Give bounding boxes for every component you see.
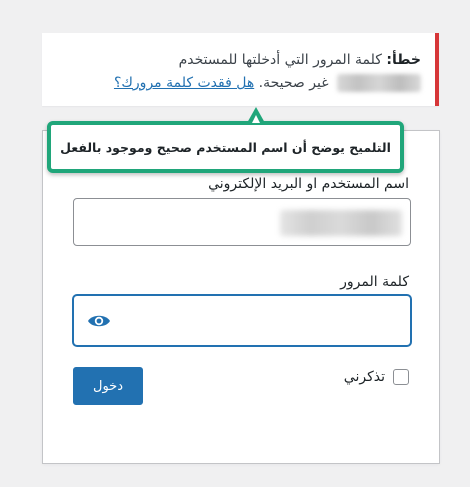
password-input[interactable] (73, 295, 411, 346)
remember-me[interactable]: تذكرني (344, 369, 409, 385)
username-input[interactable] (73, 198, 411, 246)
error-message-line2: غير صحيحة. هل فقدت كلمة مرورك؟ (52, 73, 421, 93)
eye-icon[interactable] (86, 309, 112, 333)
login-form: اسم المستخدم او البريد الإلكتروني كلمة ا… (42, 130, 440, 464)
annotation-tooltip: التلميح يوضح أن اسم المستخدم صحيح وموجود… (47, 121, 404, 173)
username-label: اسم المستخدم او البريد الإلكتروني (208, 176, 409, 192)
blurred-username (337, 74, 421, 92)
login-button[interactable]: دخول (73, 367, 143, 405)
password-label: كلمة المرور (340, 274, 409, 290)
remember-label: تذكرني (343, 369, 385, 385)
error-message-line1: خطأ: كلمة المرور التي أدخلتها للمستخدم (52, 50, 421, 70)
error-message-text: كلمة المرور التي أدخلتها للمستخدم (178, 52, 382, 68)
tooltip-arrow-inner (252, 115, 260, 123)
remember-checkbox[interactable] (393, 369, 409, 385)
error-label: خطأ: (386, 52, 421, 68)
blurred-username-value (280, 210, 402, 236)
error-message-text-2: غير صحيحة. (258, 75, 329, 91)
login-error-notice: خطأ: كلمة المرور التي أدخلتها للمستخدم غ… (42, 33, 439, 106)
lost-password-link[interactable]: هل فقدت كلمة مرورك؟ (114, 75, 254, 91)
tooltip-text: التلميح يوضح أن اسم المستخدم صحيح وموجود… (60, 139, 391, 155)
